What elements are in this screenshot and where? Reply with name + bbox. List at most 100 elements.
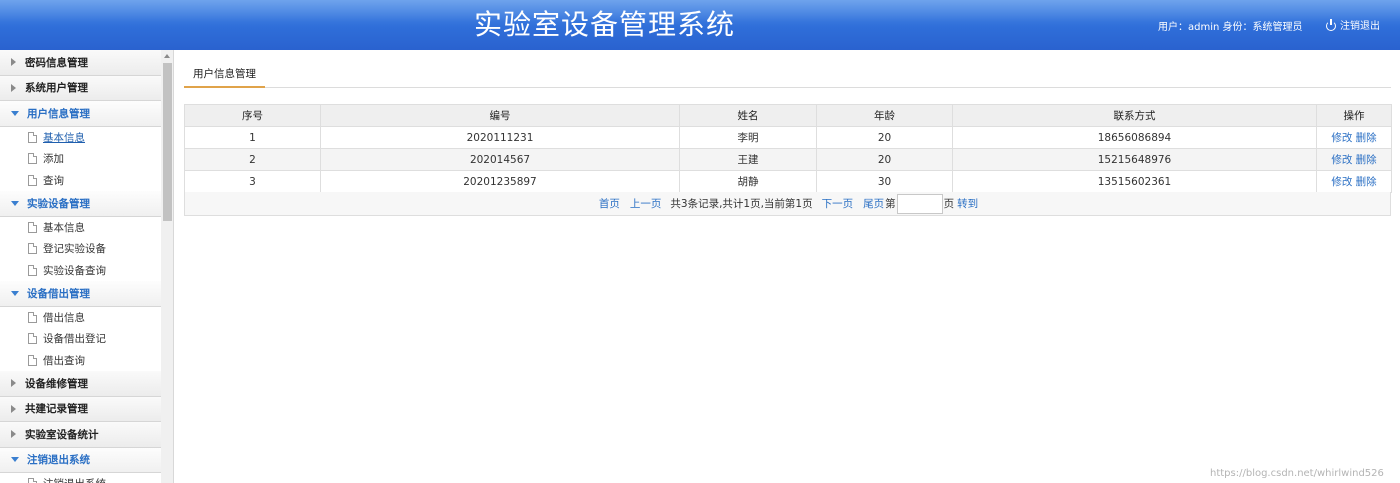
prev-page-link[interactable]: 上一页	[630, 196, 662, 211]
caret-down-icon	[11, 110, 19, 116]
cell-code: 20201235897	[320, 170, 680, 193]
caret-down-icon	[11, 457, 19, 463]
cell-contact: 15215648976	[952, 148, 1317, 171]
caret-right-icon	[11, 379, 16, 388]
sidebar-item-label: 查询	[43, 174, 64, 187]
col-header-seq: 序号	[184, 104, 321, 127]
page-icon	[28, 221, 37, 233]
cell-age: 30	[816, 170, 953, 193]
first-page-link[interactable]: 首页	[599, 196, 620, 211]
sidebar-group-label: 设备借出管理	[27, 287, 90, 300]
sidebar-group-label: 密码信息管理	[25, 56, 88, 69]
sidebar-group-3[interactable]: 实验设备管理	[0, 191, 161, 217]
power-icon	[1326, 18, 1336, 31]
tab-user-info[interactable]: 用户信息管理	[184, 60, 265, 88]
sidebar-group-5[interactable]: 设备维修管理	[0, 371, 161, 397]
cell-code: 202014567	[320, 148, 680, 171]
sidebar-item-8-0[interactable]: 注销退出系统	[0, 473, 161, 483]
sidebar-group-0[interactable]: 密码信息管理	[0, 50, 161, 76]
pager-summary: 共3条记录,共计1页,当前第1页	[670, 198, 813, 210]
sidebar-item-label: 基本信息	[43, 221, 85, 234]
cell-contact: 13515602361	[952, 170, 1317, 193]
logout-button[interactable]: 注销退出	[1326, 17, 1380, 32]
edit-link[interactable]: 修改	[1331, 132, 1352, 144]
sidebar-group-6[interactable]: 共建记录管理	[0, 396, 161, 422]
sidebar-item-4-2[interactable]: 借出查询	[0, 349, 161, 371]
sidebar-item-3-1[interactable]: 登记实验设备	[0, 238, 161, 260]
sidebar-item-label: 借出查询	[43, 354, 85, 367]
sidebar-item-4-0[interactable]: 借出信息	[0, 306, 161, 328]
page-icon	[28, 311, 37, 323]
user-info: 用户：admin 身份：系统管理员	[1158, 22, 1303, 33]
logout-label: 注销退出	[1340, 21, 1380, 32]
sidebar-item-2-1[interactable]: 添加	[0, 148, 161, 170]
sidebar-group-label: 实验室设备统计	[25, 428, 99, 441]
sidebar-group-1[interactable]: 系统用户管理	[0, 75, 161, 101]
page-icon	[28, 131, 37, 143]
sidebar-item-2-0[interactable]: 基本信息	[0, 126, 161, 148]
sidebar-item-label: 实验设备查询	[43, 264, 106, 277]
col-header-name: 姓名	[679, 104, 817, 127]
sidebar-group-7[interactable]: 实验室设备统计	[0, 422, 161, 448]
cell-actions: 修改 删除	[1316, 126, 1392, 149]
app-header: 实验室设备管理系统 用户：admin 身份：系统管理员 注销退出	[0, 0, 1400, 50]
sidebar-group-label: 实验设备管理	[27, 197, 90, 210]
page-number-input[interactable]	[896, 193, 943, 214]
cell-code: 2020111231	[320, 126, 680, 149]
page-icon	[28, 264, 37, 276]
edit-link[interactable]: 修改	[1331, 176, 1352, 188]
sidebar-group-4[interactable]: 设备借出管理	[0, 281, 161, 307]
page-icon	[28, 243, 37, 255]
table-row: 2 202014567 王建 20 15215648976 修改 删除	[184, 148, 1392, 171]
page-icon	[28, 153, 37, 165]
last-page-link[interactable]: 尾页	[863, 196, 884, 211]
sidebar-item-label: 登记实验设备	[43, 243, 106, 256]
caret-right-icon	[11, 430, 16, 439]
table-row: 3 20201235897 胡静 30 13515602361 修改 删除	[184, 170, 1392, 193]
caret-down-icon	[11, 290, 19, 296]
delete-link[interactable]: 删除	[1356, 132, 1377, 144]
delete-link[interactable]: 删除	[1356, 154, 1377, 166]
app-title: 实验室设备管理系统	[474, 8, 736, 41]
sidebar-item-label: 设备借出登记	[43, 333, 106, 346]
sidebar-group-label: 用户信息管理	[27, 107, 90, 120]
user-table: 序号 编号 姓名 年龄 联系方式 操作 1 2020111231 李明 20 1…	[184, 104, 1392, 193]
col-header-code: 编号	[320, 104, 680, 127]
sidebar-item-label: 基本信息	[43, 131, 85, 144]
sidebar: 密码信息管理 系统用户管理 用户信息管理 基本信息 添加 查询 实验设备管理 基本信息 登记实验…	[0, 50, 174, 483]
goto-page-link[interactable]: 转到	[957, 196, 978, 211]
col-header-age: 年龄	[816, 104, 953, 127]
sidebar-scrollbar[interactable]	[161, 50, 173, 483]
cell-actions: 修改 删除	[1316, 148, 1392, 171]
caret-right-icon	[11, 83, 16, 92]
cell-age: 20	[816, 148, 953, 171]
page-suffix-label: 页	[943, 198, 955, 210]
sidebar-item-2-2[interactable]: 查询	[0, 169, 161, 191]
sidebar-item-3-2[interactable]: 实验设备查询	[0, 259, 161, 281]
caret-right-icon	[11, 58, 16, 67]
scroll-up-arrow-icon[interactable]	[164, 54, 170, 58]
delete-link[interactable]: 删除	[1356, 176, 1377, 188]
sidebar-item-3-0[interactable]: 基本信息	[0, 216, 161, 238]
scroll-thumb[interactable]	[163, 63, 172, 221]
watermark: https://blog.csdn.net/whirlwind526	[1210, 468, 1384, 479]
table-header-row: 序号 编号 姓名 年龄 联系方式 操作	[184, 104, 1392, 127]
col-header-contact: 联系方式	[952, 104, 1317, 127]
cell-seq: 3	[184, 170, 321, 193]
cell-actions: 修改 删除	[1316, 170, 1392, 193]
sidebar-group-8[interactable]: 注销退出系统	[0, 447, 161, 473]
sidebar-item-label: 借出信息	[43, 311, 85, 324]
cell-name: 李明	[679, 126, 817, 149]
page-icon	[28, 174, 37, 186]
sidebar-item-4-1[interactable]: 设备借出登记	[0, 328, 161, 350]
sidebar-group-label: 设备维修管理	[25, 377, 88, 390]
sidebar-item-label: 添加	[43, 153, 64, 166]
page-icon	[28, 333, 37, 345]
cell-name: 胡静	[679, 170, 817, 193]
edit-link[interactable]: 修改	[1331, 154, 1352, 166]
sidebar-group-2[interactable]: 用户信息管理	[0, 101, 161, 127]
next-page-link[interactable]: 下一页	[822, 196, 854, 211]
col-header-actions: 操作	[1316, 104, 1392, 127]
page-icon	[28, 478, 37, 483]
sidebar-group-label: 注销退出系统	[27, 454, 90, 467]
